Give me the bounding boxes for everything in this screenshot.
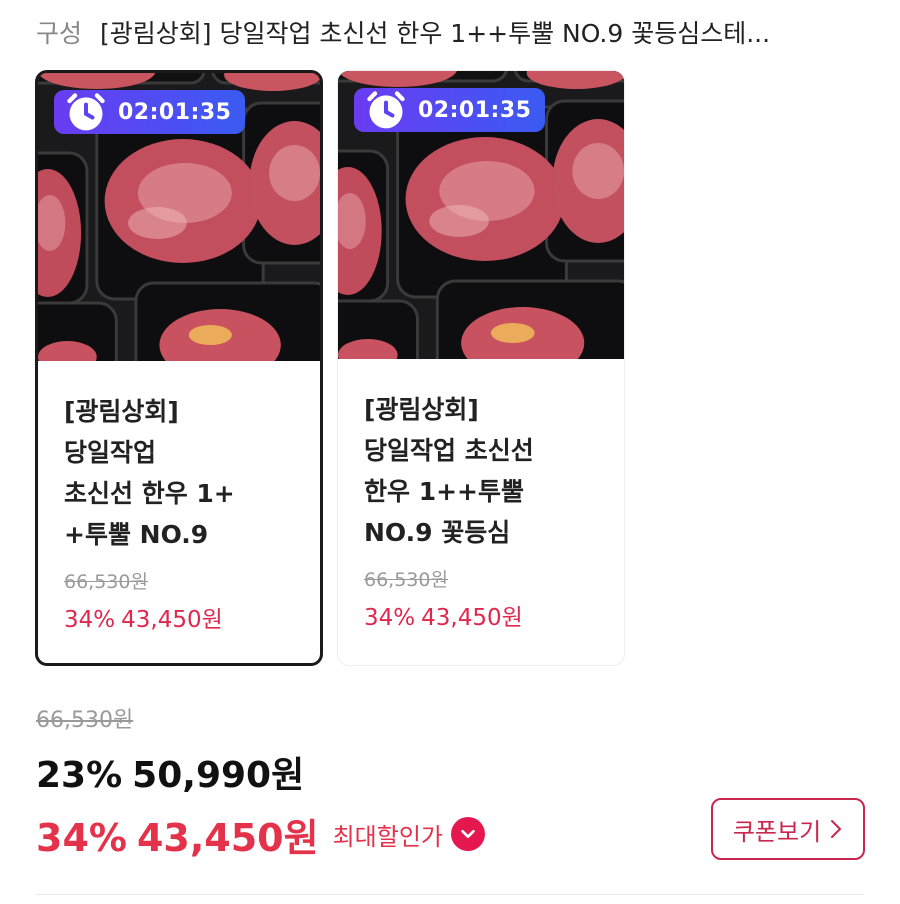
price-summary: 66,530원 23% 50,990원 34% 43,450원 최대할인가 쿠폰보기: [36, 702, 866, 862]
discount-price-row: 23% 50,990원: [36, 746, 866, 798]
section-divider: [36, 894, 864, 895]
discount-pct: 23%: [36, 755, 123, 796]
option-card-body: [광림상회] 당일작업 초신선 한우 1+ +투뿔 NO.9 66,530원 3…: [64, 391, 306, 634]
option-title-line: NO.9 꽃등심: [364, 518, 511, 547]
chevron-right-icon: [831, 820, 842, 838]
alarm-clock-icon: [367, 91, 405, 129]
option-sale-price: 43,450원: [121, 607, 223, 633]
alarm-clock-icon: [67, 93, 105, 131]
option-discount-pct: 34%: [364, 605, 416, 631]
option-discount-pct: 34%: [64, 607, 116, 633]
option-title-line: [광림상회]: [64, 397, 179, 426]
heart-chevron-icon[interactable]: [450, 817, 485, 851]
view-coupon-button[interactable]: 쿠폰보기: [711, 798, 865, 860]
max-discount-label: 최대할인가: [332, 822, 443, 851]
max-discount-pct: 34%: [36, 815, 127, 860]
option-sale-price-row: 34% 43,450원: [364, 598, 610, 632]
timer-value: 02:01:35: [118, 99, 232, 125]
option-sale-price-row: 34% 43,450원: [64, 600, 306, 634]
timer-value: 02:01:35: [418, 97, 532, 123]
option-title-line: +투뿔 NO.9: [64, 520, 209, 549]
option-title-line: 초신선 한우 1+: [64, 479, 235, 508]
countdown-timer: 02:01:35: [54, 90, 246, 134]
option-original-price: 66,530원: [64, 571, 148, 593]
option-card-1[interactable]: 02:01:35 [광림상회] 당일작업 초신선 한우 1+ +투뿔 NO.9 …: [35, 70, 323, 666]
option-card-2[interactable]: 02:01:35 [광림상회] 당일작업 초신선 한우 1++투뿔 NO.9 꽃…: [337, 70, 625, 666]
option-original-price: 66,530원: [364, 569, 448, 591]
max-price: 43,450원: [136, 815, 319, 860]
option-header: 구성 [광림상회] 당일작업 초신선 한우 1++투뿔 NO.9 꽃등심스테...: [36, 14, 876, 54]
product-thumbnail: 02:01:35: [338, 71, 624, 359]
option-title: [광림상회] 당일작업 초신선 한우 1+ +투뿔 NO.9: [64, 391, 306, 555]
chevron-down-icon: [461, 829, 475, 839]
option-sale-price: 43,450원: [421, 605, 523, 631]
option-title: [광림상회] 당일작업 초신선 한우 1++투뿔 NO.9 꽃등심: [364, 389, 610, 553]
discount-price: 50,990원: [132, 755, 305, 796]
option-title-line: 한우 1++투뿔: [364, 477, 524, 506]
countdown-timer: 02:01:35: [354, 88, 546, 132]
selected-option-title[interactable]: [광림상회] 당일작업 초신선 한우 1++투뿔 NO.9 꽃등심스테...: [100, 19, 770, 48]
coupon-button-label: 쿠폰보기: [732, 817, 822, 846]
option-title-line: [광림상회]: [364, 395, 479, 424]
option-title-line: 당일작업: [64, 438, 157, 467]
product-thumbnail: 02:01:35: [38, 73, 320, 361]
option-title-line: 당일작업 초신선: [364, 436, 534, 465]
option-label: 구성: [36, 19, 83, 48]
max-discount-price: 34% 43,450원: [36, 807, 319, 862]
original-price: 66,530원: [36, 708, 134, 733]
option-card-body: [광림상회] 당일작업 초신선 한우 1++투뿔 NO.9 꽃등심 66,530…: [364, 389, 610, 632]
